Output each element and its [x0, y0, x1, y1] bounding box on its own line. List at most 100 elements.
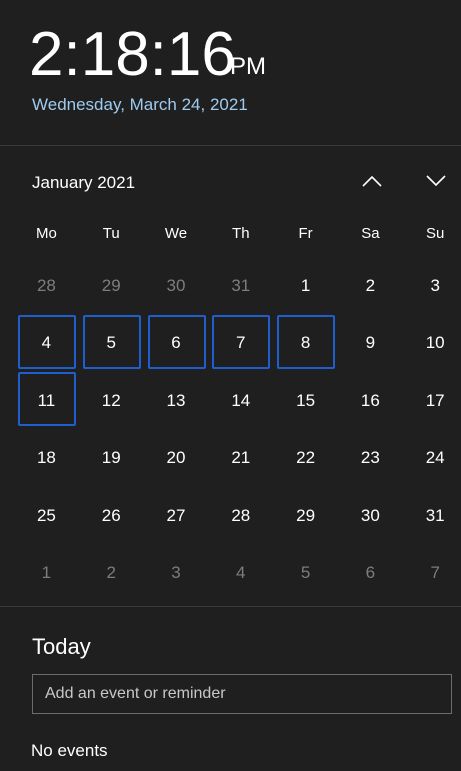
calendar-day[interactable]: 29: [273, 487, 338, 545]
previous-month-button[interactable]: [355, 164, 389, 198]
calendar-day-number: 9: [365, 333, 376, 353]
calendar-day-number: 28: [36, 275, 56, 295]
calendar-day-number: 14: [231, 390, 251, 410]
weekday-fr: Fr: [298, 225, 313, 242]
calendar-day[interactable]: 6: [144, 314, 209, 373]
calendar-day-number: 30: [360, 505, 380, 525]
calendar-day-number: 23: [360, 448, 380, 468]
next-month-button[interactable]: [419, 164, 453, 198]
calendar-day[interactable]: 28: [14, 257, 79, 315]
calendar-day[interactable]: 27: [144, 487, 209, 545]
calendar-day-number: 25: [36, 505, 56, 525]
calendar-day[interactable]: 4: [14, 314, 79, 373]
month-label[interactable]: January 2021: [32, 172, 135, 194]
calendar-day[interactable]: 29: [79, 257, 144, 315]
calendar-day-number: 2: [106, 563, 116, 583]
calendar-day[interactable]: 23: [338, 430, 403, 488]
agenda-panel: Today No events: [0, 607, 461, 771]
calendar-day[interactable]: 7: [403, 545, 461, 603]
weekday-header-row: Mo Tu We Th Fr Sa Su: [14, 222, 461, 246]
calendar-day-number: 31: [231, 275, 251, 295]
calendar-day[interactable]: 31: [403, 487, 461, 545]
clock-date-link[interactable]: Wednesday, March 24, 2021: [32, 94, 248, 116]
calendar-day-number: 17: [425, 390, 445, 410]
calendar-day[interactable]: 30: [338, 487, 403, 545]
calendar-day-number: 7: [430, 563, 440, 583]
calendar-day-number: 20: [166, 448, 186, 468]
calendar-day[interactable]: 12: [79, 372, 144, 430]
calendar-days-grid: 28 29 30 31 1 2 3 4 5 6 7 8 9 10 11 12 13 14 15 16 17 18 19 20 2…: [14, 257, 461, 602]
calendar-day[interactable]: 11: [14, 372, 79, 430]
clock-time: 2:18:16: [29, 20, 236, 89]
calendar-day[interactable]: 2: [338, 257, 403, 315]
chevron-up-icon: [362, 175, 382, 187]
calendar-day[interactable]: 15: [273, 372, 338, 430]
calendar-day-number: 7: [236, 333, 246, 353]
calendar-day-number: 10: [425, 333, 445, 353]
weekday-th: Th: [232, 225, 250, 242]
calendar-day[interactable]: 30: [144, 257, 209, 315]
calendar-day[interactable]: 1: [273, 257, 338, 315]
calendar-day[interactable]: 5: [273, 545, 338, 603]
calendar-day-number: 16: [360, 390, 380, 410]
calendar-day[interactable]: 28: [208, 487, 273, 545]
calendar-day-number: 26: [101, 505, 121, 525]
calendar-day[interactable]: 18: [14, 430, 79, 488]
calendar-day-number: 11: [37, 390, 56, 410]
calendar-day[interactable]: 25: [14, 487, 79, 545]
calendar-day[interactable]: 19: [79, 430, 144, 488]
calendar-day-number: 13: [166, 390, 186, 410]
calendar-day-number: 28: [231, 505, 251, 525]
calendar-day-number: 2: [365, 275, 376, 295]
calendar-day[interactable]: 13: [144, 372, 209, 430]
calendar-day-number: 29: [296, 505, 316, 525]
calendar-day[interactable]: 22: [273, 430, 338, 488]
calendar-day-number: 27: [166, 505, 186, 525]
calendar-day-number: 15: [296, 390, 316, 410]
calendar-day-number: 5: [300, 563, 311, 583]
calendar-day[interactable]: 3: [403, 257, 461, 315]
calendar-header: January 2021: [0, 146, 461, 216]
weekday-mo: Mo: [35, 225, 57, 242]
calendar-day[interactable]: 17: [403, 372, 461, 430]
calendar-day[interactable]: 1: [14, 545, 79, 603]
calendar-day-number: 6: [171, 333, 181, 353]
calendar-day-number: 6: [365, 563, 376, 583]
calendar-day[interactable]: 24: [403, 430, 461, 488]
calendar-day[interactable]: 31: [208, 257, 273, 315]
calendar-day[interactable]: 3: [144, 545, 209, 603]
calendar-day-number: 1: [41, 563, 52, 583]
weekday-we: We: [164, 225, 188, 242]
add-event-input[interactable]: [32, 674, 452, 714]
today-label: Today: [32, 634, 91, 659]
calendar-day[interactable]: 10: [403, 315, 461, 373]
calendar-day[interactable]: 7: [208, 314, 273, 373]
calendar-day[interactable]: 26: [79, 487, 144, 545]
calendar-day[interactable]: 2: [79, 545, 144, 603]
calendar-day[interactable]: 5: [79, 314, 144, 373]
calendar-day[interactable]: 16: [338, 372, 403, 430]
calendar-day-number: 22: [296, 448, 316, 468]
calendar-day[interactable]: 9: [338, 315, 403, 373]
calendar-day[interactable]: 4: [208, 545, 273, 603]
calendar-day[interactable]: 21: [208, 430, 273, 488]
calendar-day-number: 19: [101, 448, 121, 468]
calendar-day[interactable]: 8: [273, 314, 338, 373]
calendar-day-number: 31: [425, 505, 445, 525]
clock-ampm: PM: [230, 53, 266, 80]
calendar-day-number: 4: [236, 563, 246, 583]
calendar-day-number: 8: [300, 333, 311, 353]
calendar-day[interactable]: 20: [144, 430, 209, 488]
calendar-day-number: 3: [430, 275, 440, 295]
weekday-sa: Sa: [361, 225, 380, 242]
weekday-su: Su: [426, 225, 445, 242]
calendar-day[interactable]: 6: [338, 545, 403, 603]
calendar-day-number: 29: [101, 275, 121, 295]
calendar-day-number: 24: [425, 448, 445, 468]
calendar-day-number: 5: [106, 333, 116, 353]
calendar-day[interactable]: 14: [208, 372, 273, 430]
calendar-day-number: 3: [171, 563, 181, 583]
clock-panel: 2:18:16 PM Wednesday, March 24, 2021: [0, 0, 461, 145]
no-events-text: No events: [31, 741, 108, 760]
chevron-down-icon: [426, 175, 446, 187]
